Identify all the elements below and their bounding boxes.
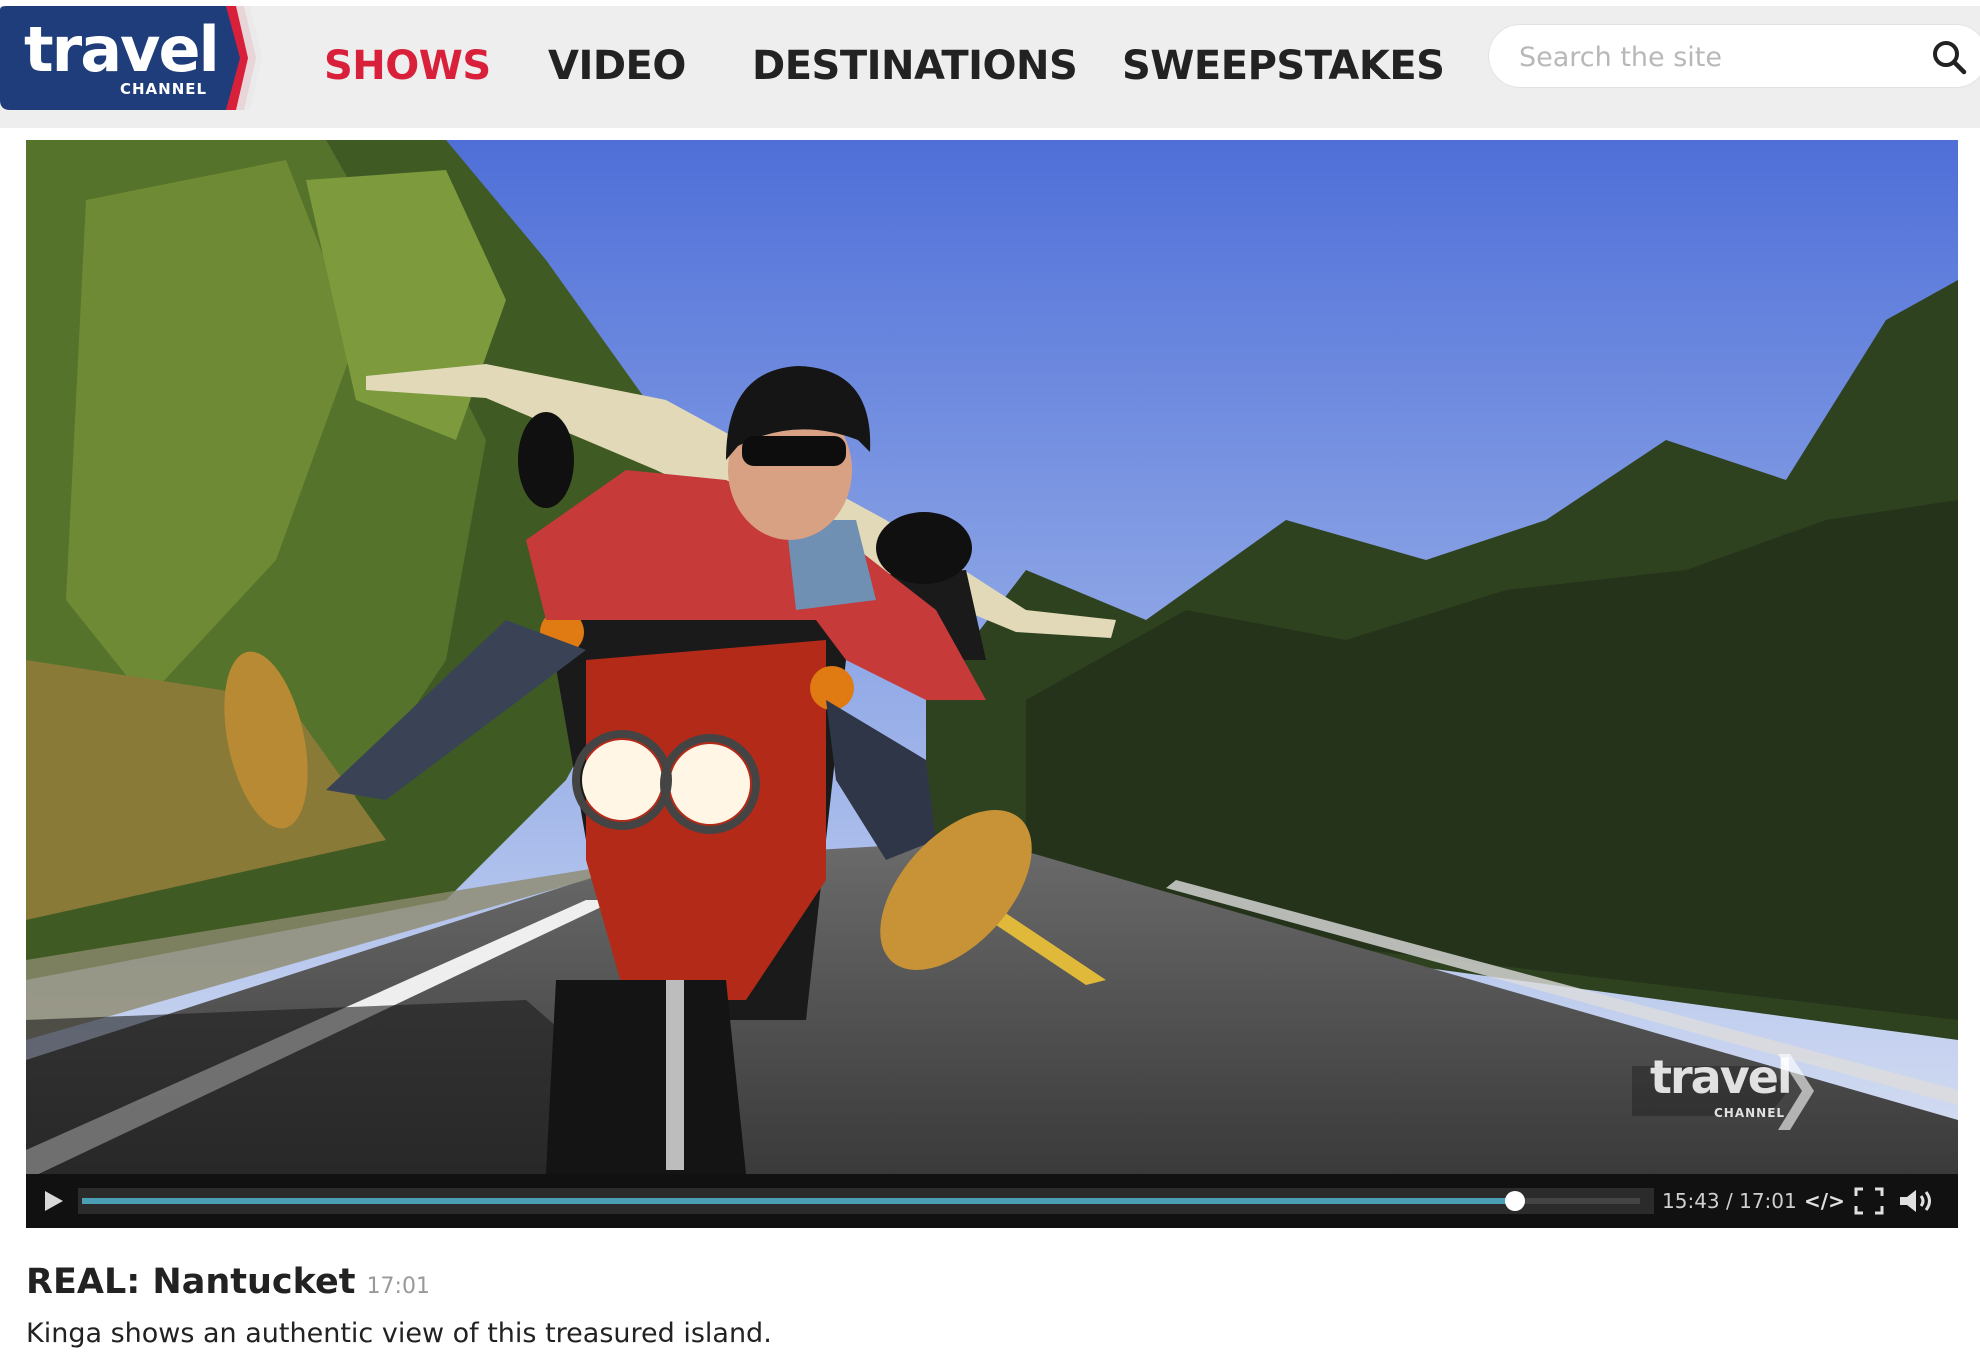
logo-subtitle: CHANNEL	[120, 80, 208, 98]
video-frame[interactable]: travel CHANNEL	[26, 140, 1958, 1174]
site-header: travel CHANNEL SHOWS VIDEO DESTINATIONS …	[0, 6, 1980, 128]
watermark-subtitle: CHANNEL	[1714, 1106, 1786, 1120]
logo-wordmark: travel	[24, 13, 220, 86]
nav-item-video[interactable]: VIDEO	[548, 40, 686, 92]
search-icon[interactable]	[1931, 39, 1967, 75]
travel-channel-logo[interactable]: travel CHANNEL	[0, 6, 262, 116]
video-description: Kinga shows an authentic view of this tr…	[26, 1318, 772, 1349]
nav-item-shows[interactable]: SHOWS	[324, 40, 491, 92]
video-controls: 15:43 / 17:01 </>	[26, 1174, 1958, 1228]
video-player: travel CHANNEL 15:43 / 17:01 </>	[26, 140, 1958, 1228]
play-icon[interactable]	[36, 1184, 70, 1218]
search-input[interactable]	[1519, 33, 1899, 81]
site-search	[1488, 24, 1980, 88]
video-still-scooter-riders	[26, 140, 1958, 1174]
nav-item-destinations[interactable]: DESTINATIONS	[752, 40, 1078, 92]
embed-icon[interactable]: </>	[1804, 1187, 1845, 1215]
video-watermark: travel CHANNEL	[1618, 1046, 1818, 1136]
current-time: 15:43	[1662, 1189, 1720, 1213]
time-separator: /	[1726, 1189, 1733, 1213]
video-title-row: REAL: Nantucket 17:01	[26, 1262, 430, 1302]
progress-fill	[82, 1198, 1515, 1204]
time-display: 15:43 / 17:01	[1662, 1186, 1797, 1216]
watermark-wordmark: travel	[1650, 1050, 1793, 1104]
nav-item-sweepstakes[interactable]: SWEEPSTAKES	[1122, 40, 1445, 92]
total-duration: 17:01	[1739, 1189, 1797, 1213]
progress-scrubber-handle[interactable]	[1505, 1191, 1525, 1211]
video-title: REAL: Nantucket	[26, 1262, 356, 1302]
progress-bar[interactable]	[78, 1188, 1654, 1214]
volume-icon[interactable]	[1898, 1187, 1938, 1215]
video-duration-label: 17:01	[366, 1274, 430, 1299]
fullscreen-icon[interactable]	[1854, 1187, 1884, 1215]
